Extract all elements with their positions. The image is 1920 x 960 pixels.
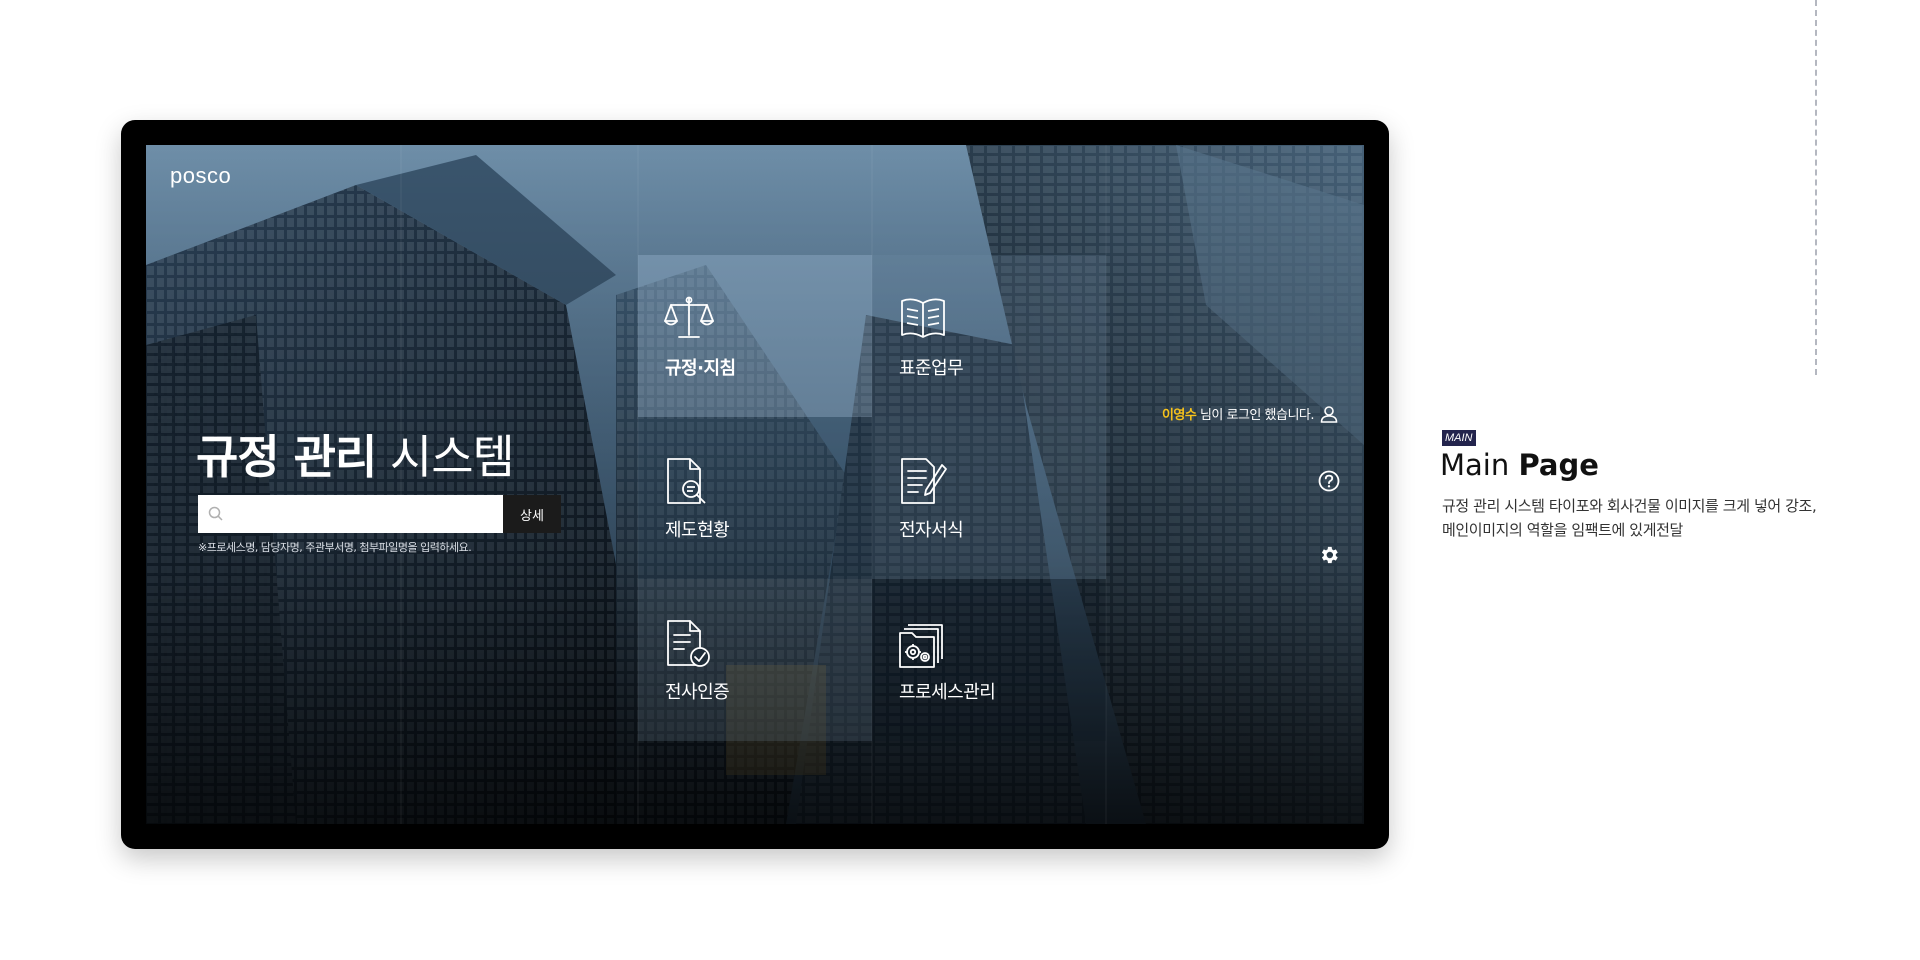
tile-process-management[interactable]: 프로세스관리: [872, 579, 1106, 741]
tile-label: 프로세스관리: [899, 682, 996, 703]
document-check-icon: [667, 620, 710, 667]
dashed-divider: [1815, 0, 1817, 375]
user-name: 이영수: [1161, 408, 1197, 423]
tile-standard-work[interactable]: 표준업무: [872, 255, 1106, 417]
panel-title-light: Main: [1440, 448, 1519, 482]
gear-icon[interactable]: [1318, 544, 1340, 566]
search-input[interactable]: [226, 495, 500, 533]
scales-icon: [664, 296, 714, 338]
page-title: 규정 관리 시스템: [196, 421, 515, 487]
description-line: 메인이미지의 역할을 임팩트에 있게전달: [1442, 521, 1683, 539]
folder-gears-icon: [899, 624, 943, 668]
login-message: 님이 로그인 했습니다.: [1196, 408, 1315, 423]
description-line: 규정 관리 시스템 타이포와 회사건물 이미지를 크게 넣어 강조,: [1442, 497, 1817, 515]
search-hint: ※프로세스명, 담당자명, 주관부서명, 첨부파일명을 입력하세요.: [198, 541, 472, 554]
title-bold: 규정 관리: [196, 430, 377, 484]
title-light: 시스템: [376, 430, 515, 484]
panel-title: Main Page: [1440, 448, 1599, 482]
panel-title-bold: Page: [1518, 448, 1599, 482]
tile-label: 제도현황: [665, 520, 730, 541]
tile-system-status[interactable]: 제도현황: [638, 417, 872, 579]
document-pen-icon: [901, 458, 947, 504]
main-screen: posco 규정 관리 시스템 상세 ※프로세스명, 담당자명, 주관부서명, …: [146, 145, 1364, 824]
tile-regulation[interactable]: 규정·지침: [638, 255, 872, 417]
search-box: [198, 495, 503, 533]
main-tag: MAIN: [1442, 430, 1476, 446]
panel-description: 규정 관리 시스템 타이포와 회사건물 이미지를 크게 넣어 강조, 메인이미지…: [1442, 494, 1817, 542]
user-icon[interactable]: [1320, 405, 1338, 423]
detail-search-button[interactable]: 상세: [503, 495, 561, 533]
search-icon: [208, 506, 223, 521]
help-icon[interactable]: [1318, 470, 1340, 492]
tile-label: 전사인증: [665, 682, 730, 703]
tile-company-certification[interactable]: 전사인증: [638, 579, 872, 741]
tile-label: 전자서식: [899, 520, 964, 541]
login-status: 이영수 님이 로그인 했습니다.: [1161, 404, 1315, 423]
tile-e-forms[interactable]: 전자서식: [872, 417, 1106, 579]
posco-logo: posco: [170, 163, 232, 188]
tile-label: 표준업무: [899, 358, 964, 379]
book-icon: [901, 298, 945, 338]
tile-label: 규정·지침: [665, 358, 736, 379]
monitor-frame: posco 규정 관리 시스템 상세 ※프로세스명, 담당자명, 주관부서명, …: [121, 120, 1389, 849]
document-search-icon: [667, 458, 706, 504]
